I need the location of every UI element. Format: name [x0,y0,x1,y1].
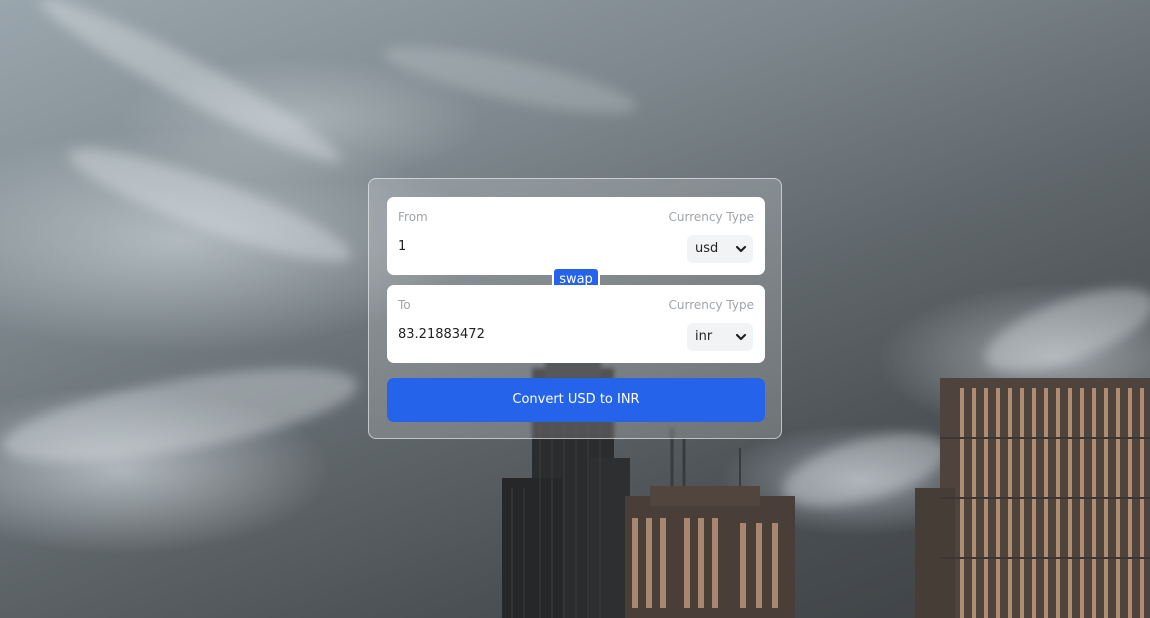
to-currency-value: inr [695,329,713,344]
to-label: To [398,298,411,312]
from-currency-value: usd [695,241,719,256]
converter-card: From Currency Type usd swap To Currency … [368,178,782,439]
to-panel: To Currency Type inr [387,285,765,363]
chevron-down-icon [735,245,747,253]
to-amount-input[interactable] [398,327,648,342]
from-currency-select[interactable]: usd [687,235,753,263]
from-panel: From Currency Type usd [387,197,765,275]
convert-button[interactable]: Convert USD to INR [387,378,765,422]
chevron-down-icon [735,333,747,341]
to-currency-type-label: Currency Type [668,298,754,312]
from-amount-input[interactable] [398,239,648,254]
to-currency-select[interactable]: inr [687,323,753,351]
from-currency-type-label: Currency Type [668,210,754,224]
from-label: From [398,210,428,224]
